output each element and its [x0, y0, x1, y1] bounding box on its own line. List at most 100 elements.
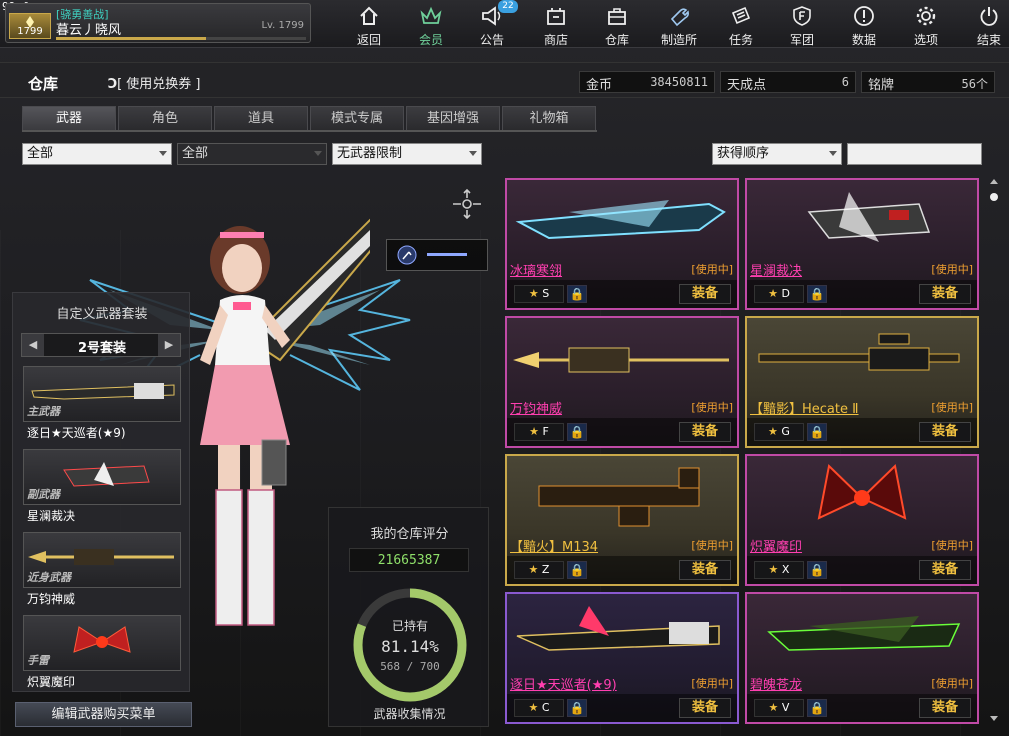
nav-workshop[interactable]: 制造所	[651, 3, 707, 47]
star-icon: ★	[528, 287, 539, 300]
tab-items[interactable]: 道具	[214, 106, 308, 130]
slot-type-label: 副武器	[27, 488, 60, 501]
rotate-move-icon[interactable]	[449, 186, 485, 222]
custom-loadout-panel: 自定义武器套装 ◀ 2号套装 ▶ 主武器 逐日★天巡者(★9) 副武器 星澜裁决…	[12, 292, 190, 692]
tab-mode[interactable]: 模式专属	[310, 106, 404, 130]
search-input[interactable]	[847, 143, 982, 165]
star-icon: ★	[768, 287, 778, 300]
item-card[interactable]: 【黯火】M134 [使用中] ★ Z 🔒 装备	[505, 454, 739, 586]
wrench-icon	[668, 5, 690, 27]
item-status: [使用中]	[931, 401, 973, 414]
chevron-left-icon[interactable]: ◀	[22, 334, 44, 356]
currency-value: 38450811	[650, 75, 708, 89]
shop-icon	[545, 5, 567, 27]
nav-label: 结束	[976, 33, 1001, 47]
equip-button[interactable]: 装备	[919, 560, 971, 580]
nav-mission[interactable]: 任务	[713, 3, 769, 47]
chevron-right-icon[interactable]: ▶	[158, 334, 180, 356]
coupon-link[interactable]: Ͻ[ 使用兑换券 ]	[108, 73, 201, 92]
tab-weapons[interactable]: 武器	[22, 106, 116, 130]
lock-icon[interactable]: 🔒	[567, 561, 587, 579]
equip-button[interactable]: 装备	[919, 422, 971, 442]
star-icon: ★	[768, 701, 779, 714]
nav-inventory[interactable]: 仓库	[589, 3, 645, 47]
gold-display: 金币 38450811	[579, 71, 715, 93]
nav-label: 仓库	[604, 33, 629, 47]
lock-icon[interactable]: 🔒	[807, 699, 827, 717]
secondary-weapon-slot[interactable]: 副武器	[23, 449, 181, 505]
power-icon	[978, 5, 1000, 27]
weapon-image	[538, 467, 700, 527]
owned-label: 已持有	[392, 618, 428, 633]
scroll-up-icon[interactable]	[990, 179, 998, 184]
slot-type-label: 主武器	[27, 405, 60, 418]
grade-badge: ★ C	[514, 699, 564, 717]
zoom-control[interactable]	[386, 239, 488, 271]
currency-name: 金币	[586, 78, 613, 93]
equip-button[interactable]: 装备	[679, 422, 731, 442]
filter-restriction-select[interactable]: 无武器限制	[332, 143, 482, 165]
lock-icon[interactable]: 🔒	[807, 561, 827, 579]
nav-data[interactable]: 数据	[836, 3, 892, 47]
select-value: 无武器限制	[337, 146, 403, 161]
mission-icon	[730, 5, 752, 27]
item-card[interactable]: 炽翼魔印 [使用中] ★ X 🔒 装备	[745, 454, 979, 586]
nav-label: 数据	[851, 33, 876, 47]
filter-category-select[interactable]: 全部	[22, 143, 172, 165]
nameplate-display: 铭牌 56个	[861, 71, 995, 93]
grade-badge: ★ X	[754, 561, 804, 579]
item-name: 冰璃寒翎	[510, 264, 563, 279]
clan-shield-icon	[791, 5, 813, 27]
item-scrollbar[interactable]	[988, 178, 1000, 724]
equip-button[interactable]: 装备	[919, 698, 971, 718]
lock-icon[interactable]: 🔒	[807, 423, 827, 441]
item-card[interactable]: 万钧神威 [使用中] ★ F 🔒 装备	[505, 316, 739, 448]
item-card[interactable]: 【黯影】Hecate Ⅱ [使用中] ★ G 🔒 装备	[745, 316, 979, 448]
nav-back[interactable]: 返回	[341, 3, 397, 47]
weapon-image	[516, 606, 720, 651]
item-footer: ★ G 🔒 装备	[747, 418, 977, 446]
score-value: 21665387	[377, 553, 441, 568]
loadout-title: 自定义武器套装	[56, 307, 148, 322]
nav-vip[interactable]: 会员	[403, 3, 459, 47]
equip-button[interactable]: 装备	[679, 284, 731, 304]
coupon-label: [ 使用兑换券 ]	[117, 77, 201, 92]
equip-button[interactable]: 装备	[679, 698, 731, 718]
equip-button[interactable]: 装备	[919, 284, 971, 304]
primary-weapon-slot[interactable]: 主武器	[23, 366, 181, 422]
sort-select[interactable]: 获得顺序	[712, 143, 842, 165]
grenade-slot[interactable]: 手雷	[23, 615, 181, 671]
tab-characters[interactable]: 角色	[118, 106, 212, 130]
nav-exit[interactable]: 结束	[961, 3, 1009, 47]
lock-icon[interactable]: 🔒	[807, 285, 827, 303]
scroll-down-icon[interactable]	[990, 716, 998, 721]
grade-badge: ★ S	[514, 285, 564, 303]
lock-icon[interactable]: 🔒	[567, 699, 587, 717]
tab-gene[interactable]: 基因增强	[406, 106, 500, 130]
nav-clan[interactable]: 军团	[774, 3, 830, 47]
item-card[interactable]: 冰璃寒翎 [使用中] ★ S 🔒 装备	[505, 178, 739, 310]
scroll-thumb[interactable]	[990, 193, 998, 201]
item-status: [使用中]	[691, 263, 733, 276]
currency-value: 6	[841, 75, 849, 89]
chevron-down-icon	[829, 151, 837, 156]
item-card[interactable]: 碧魄苍龙 [使用中] ★ V 🔒 装备	[745, 592, 979, 724]
item-status: [使用中]	[691, 677, 733, 690]
item-footer: ★ Z 🔒 装备	[507, 556, 737, 584]
equip-button[interactable]: 装备	[679, 560, 731, 580]
edit-buy-menu-button[interactable]: 编辑武器购买菜单	[15, 702, 192, 727]
melee-weapon-slot[interactable]: 近身武器	[23, 532, 181, 588]
nav-shop[interactable]: 商店	[528, 3, 584, 47]
player-profile[interactable]: 1799 [骁勇善战] 暮云丿晓风 Lv. 1799	[5, 3, 311, 43]
slot-type-label: 手雷	[27, 654, 49, 667]
item-card[interactable]: 逐日★天巡者(★9) [使用中] ★ C 🔒 装备	[505, 592, 739, 724]
lock-icon[interactable]: 🔒	[567, 285, 587, 303]
lock-icon[interactable]: 🔒	[567, 423, 587, 441]
item-card[interactable]: 星澜裁决 [使用中] ★ D 🔒 装备	[745, 178, 979, 310]
filter-type-select[interactable]: 全部	[177, 143, 327, 165]
tab-gifts[interactable]: 礼物箱	[502, 106, 596, 130]
item-footer: ★ F 🔒 装备	[507, 418, 737, 446]
nav-options[interactable]: 选项	[898, 3, 954, 47]
star-icon: ★	[768, 563, 779, 576]
item-name: 碧魄苍龙	[750, 678, 803, 693]
